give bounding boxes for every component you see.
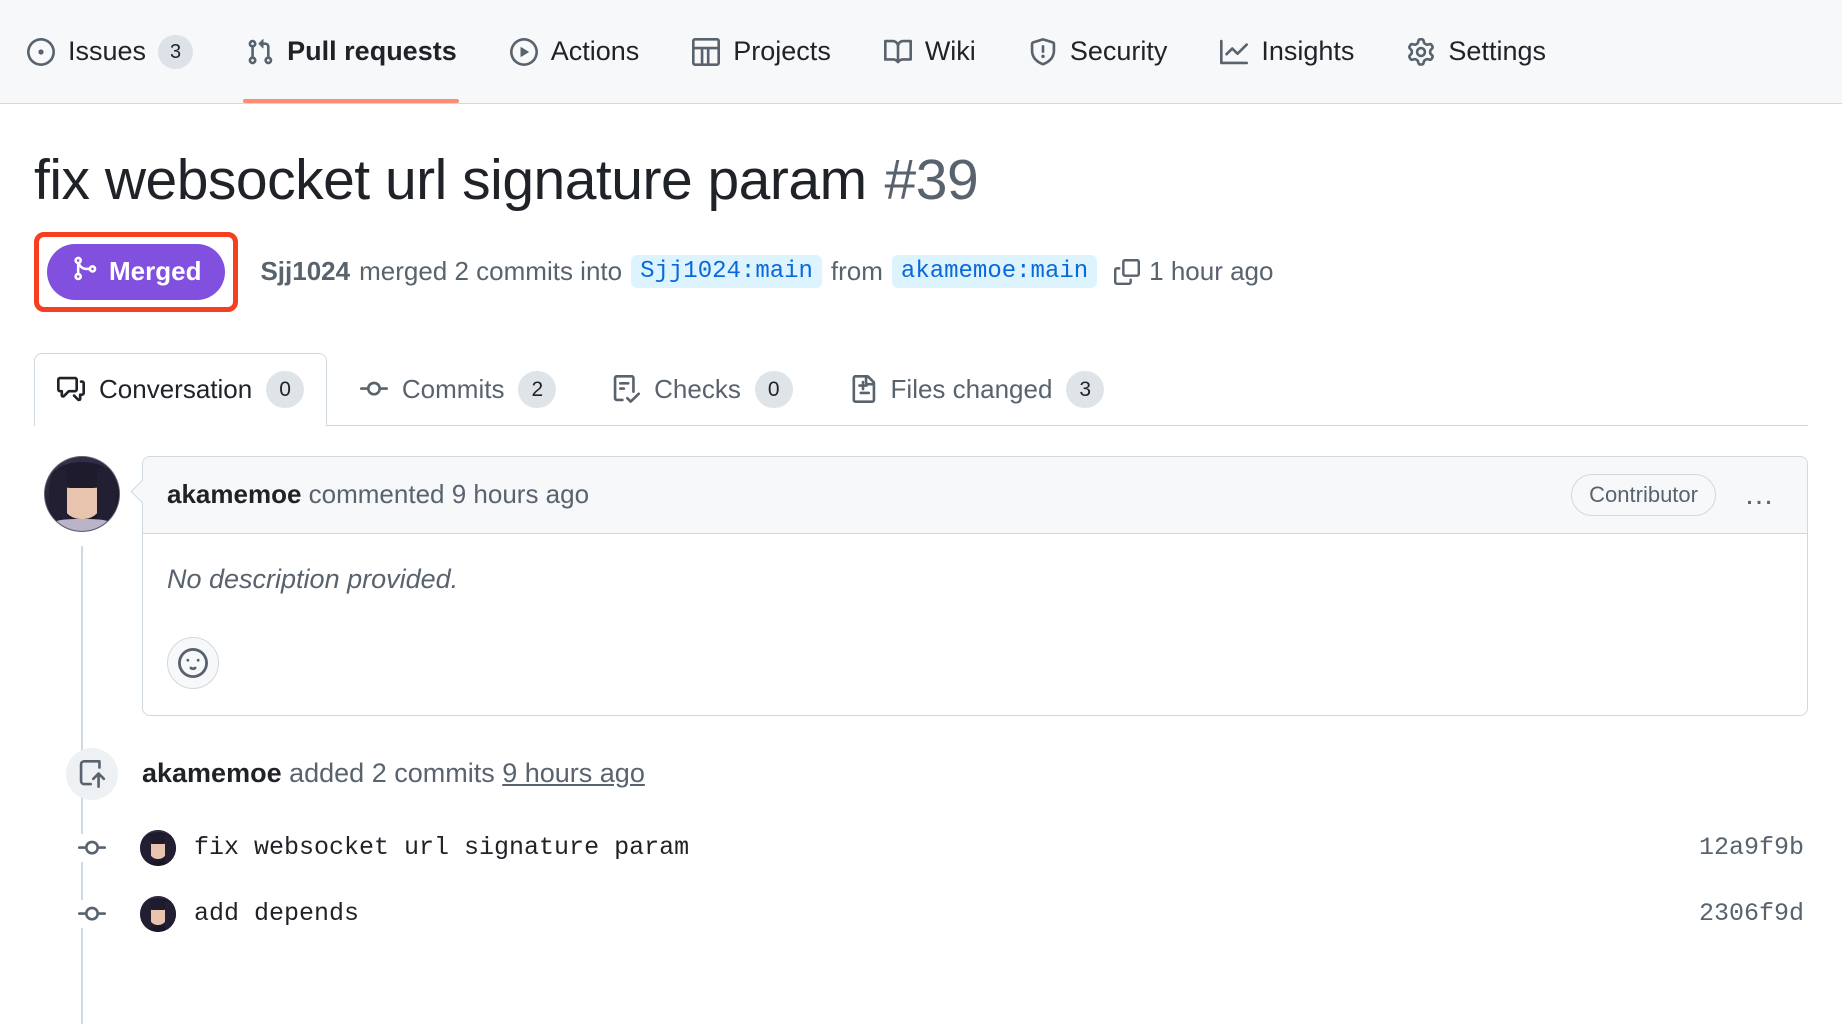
gear-icon (1406, 37, 1436, 67)
issue-opened-icon (26, 37, 56, 67)
repo-nav: Issues 3 Pull requests Actions Projects Wiki S… (0, 0, 1842, 104)
checklist-icon (612, 375, 640, 403)
merge-action-text: merged 2 commits into (359, 256, 622, 287)
git-commit-icon (66, 900, 118, 928)
merged-badge-highlight: Merged (34, 232, 238, 312)
commit-author-avatar[interactable] (140, 896, 176, 932)
tab-counter: 2 (518, 371, 556, 408)
tab-conversation[interactable]: Conversation 0 (34, 353, 327, 425)
nav-item-label: Issues (68, 36, 146, 67)
commit-sha[interactable]: 2306f9d (1699, 899, 1808, 928)
base-branch-chip[interactable]: Sjj1024:main (631, 255, 822, 288)
timeline-event-text: akamemoe added 2 commits 9 hours ago (142, 758, 645, 789)
comment-byline: akamemoe commented 9 hours ago (167, 479, 589, 510)
pr-tabs: Conversation 0 Commits 2 Checks 0 Files change… (34, 354, 1808, 426)
comment-header: akamemoe commented 9 hours ago Contribut… (143, 457, 1807, 534)
nav-item-label: Projects (733, 36, 831, 67)
commit-row: fix websocket url signature param12a9f9b (44, 830, 1808, 866)
play-icon (509, 37, 539, 67)
from-label: from (831, 256, 883, 287)
avatar[interactable] (44, 456, 120, 532)
head-branch-chip[interactable]: akamemoe:main (892, 255, 1097, 288)
comment-discussion-icon (57, 375, 85, 403)
commit-message[interactable]: fix websocket url signature param (194, 833, 1699, 862)
reaction-row (143, 615, 1807, 715)
page-title: fix websocket url signature param (34, 148, 867, 214)
tab-counter: 3 (1066, 371, 1104, 408)
tab-label: Checks (654, 374, 741, 405)
git-pull-request-icon (245, 37, 275, 67)
event-author[interactable]: akamemoe (142, 758, 282, 788)
pr-state-row: Merged Sjj1024 merged 2 commits into Sjj… (34, 232, 1808, 312)
merge-author[interactable]: Sjj1024 (260, 256, 350, 287)
tab-counter: 0 (755, 371, 793, 408)
comment-body: No description provided. (143, 534, 1807, 615)
commit-message[interactable]: add depends (194, 899, 1699, 928)
commit-row: add depends2306f9d (44, 896, 1808, 932)
tab-commits[interactable]: Commits 2 (337, 353, 579, 425)
file-diff-icon (849, 375, 877, 403)
timeline-event-row: akamemoe added 2 commits 9 hours ago (44, 748, 1808, 800)
comment-block: akamemoe commented 9 hours ago Contribut… (44, 456, 1808, 716)
pr-meta: Sjj1024 merged 2 commits into Sjj1024:ma… (260, 255, 1273, 288)
merge-timestamp: 1 hour ago (1149, 256, 1273, 287)
graph-icon (1219, 37, 1249, 67)
pr-page: fix websocket url signature param #39 Me… (0, 104, 1842, 932)
nav-item-counter: 3 (158, 35, 193, 69)
pr-timeline: akamemoe commented 9 hours ago Contribut… (34, 426, 1808, 932)
nav-item-security[interactable]: Security (1002, 0, 1194, 103)
nav-item-label: Insights (1261, 36, 1354, 67)
copy-icon[interactable] (1114, 259, 1140, 285)
tab-counter: 0 (266, 371, 304, 408)
repo-nav-list: Issues 3 Pull requests Actions Projects Wiki S… (0, 0, 1572, 103)
tab-label: Files changed (891, 374, 1053, 405)
contributor-badge: Contributor (1571, 474, 1716, 516)
comment-card: akamemoe commented 9 hours ago Contribut… (142, 456, 1808, 716)
nav-item-insights[interactable]: Insights (1193, 0, 1380, 103)
commit-sha[interactable]: 12a9f9b (1699, 833, 1808, 862)
shield-icon (1028, 37, 1058, 67)
nav-item-label: Security (1070, 36, 1168, 67)
event-time-link[interactable]: 9 hours ago (502, 758, 645, 788)
nav-item-settings[interactable]: Settings (1380, 0, 1572, 103)
event-action: added 2 commits (289, 758, 495, 788)
git-commit-icon (66, 834, 118, 862)
status-badge-label: Merged (109, 256, 201, 287)
tab-checks[interactable]: Checks 0 (589, 353, 815, 425)
tab-label: Conversation (99, 374, 252, 405)
nav-item-label: Pull requests (287, 36, 457, 67)
table-icon (691, 37, 721, 67)
comment-text: No description provided. (167, 564, 1783, 595)
commit-author-avatar[interactable] (140, 830, 176, 866)
book-icon (883, 37, 913, 67)
git-merge-icon (71, 255, 98, 289)
kebab-horizontal-icon[interactable]: … (1738, 480, 1783, 510)
nav-item-label: Wiki (925, 36, 976, 67)
comment-header-actions: Contributor … (1571, 474, 1783, 516)
smiley-icon[interactable] (167, 637, 219, 689)
nav-item-projects[interactable]: Projects (665, 0, 857, 103)
nav-item-issues[interactable]: Issues 3 (0, 0, 219, 103)
status-badge[interactable]: Merged (47, 244, 225, 300)
nav-item-actions[interactable]: Actions (483, 0, 666, 103)
comment-action: commented 9 hours ago (309, 479, 589, 509)
git-commit-icon (360, 375, 388, 403)
nav-item-label: Settings (1448, 36, 1546, 67)
tab-files-changed[interactable]: Files changed 3 (826, 353, 1128, 425)
nav-item-label: Actions (551, 36, 640, 67)
commit-list: fix websocket url signature param12a9f9b… (44, 830, 1808, 932)
pr-title-row: fix websocket url signature param #39 (34, 104, 1808, 214)
nav-item-pull-requests[interactable]: Pull requests (219, 0, 483, 103)
tab-label: Commits (402, 374, 505, 405)
nav-item-wiki[interactable]: Wiki (857, 0, 1002, 103)
pr-number: #39 (885, 148, 979, 214)
comment-author[interactable]: akamemoe (167, 479, 301, 509)
repo-push-icon (66, 748, 118, 800)
